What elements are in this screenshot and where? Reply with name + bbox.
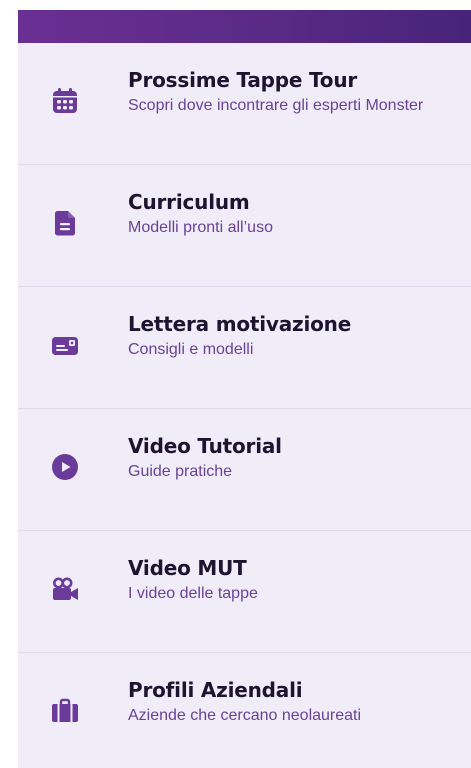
- menu-item-subtitle: Modelli pronti all’uso: [128, 219, 273, 236]
- top-bar: [18, 10, 471, 43]
- menu-item-video-mut[interactable]: Video MUT I video delle tappe: [18, 531, 471, 653]
- briefcase-icon: [51, 697, 79, 725]
- menu-item-video-tutorial[interactable]: Video Tutorial Guide pratiche: [18, 409, 471, 531]
- letter-card-icon: [51, 331, 79, 359]
- menu-item-subtitle: Consigli e modelli: [128, 341, 254, 358]
- menu-item-title: Video Tutorial: [128, 434, 282, 458]
- menu-item-title: Lettera motivazione: [128, 312, 352, 336]
- video-camera-icon: [51, 575, 79, 603]
- menu-item-curriculum[interactable]: Curriculum Modelli pronti all’uso: [18, 165, 471, 287]
- menu-item-lettera-motivazione[interactable]: Lettera motivazione Consigli e modelli: [18, 287, 471, 409]
- menu-item-title: Video MUT: [128, 556, 247, 580]
- calendar-icon: [51, 87, 79, 115]
- menu-item-profili-aziendali[interactable]: Profili Aziendali Aziende che cercano ne…: [18, 653, 471, 768]
- menu-item-title: Curriculum: [128, 190, 250, 214]
- menu-item-title: Prossime Tappe Tour: [128, 68, 358, 92]
- menu-item-subtitle: Aziende che cercano neolaureati: [128, 707, 362, 724]
- menu-item-title: Profili Aziendali: [128, 678, 303, 702]
- menu-item-subtitle: I video delle tappe: [128, 585, 258, 602]
- menu-list: Prossime Tappe Tour Scopri dove incontra…: [18, 43, 471, 768]
- document-icon: [51, 209, 79, 237]
- app-screen: Prossime Tappe Tour Scopri dove incontra…: [18, 10, 471, 768]
- play-icon: [51, 453, 79, 481]
- menu-item-prossime-tappe-tour[interactable]: Prossime Tappe Tour Scopri dove incontra…: [18, 43, 471, 165]
- menu-item-subtitle: Scopri dove incontrare gli esperti Monst…: [128, 97, 424, 114]
- menu-item-subtitle: Guide pratiche: [128, 463, 233, 480]
